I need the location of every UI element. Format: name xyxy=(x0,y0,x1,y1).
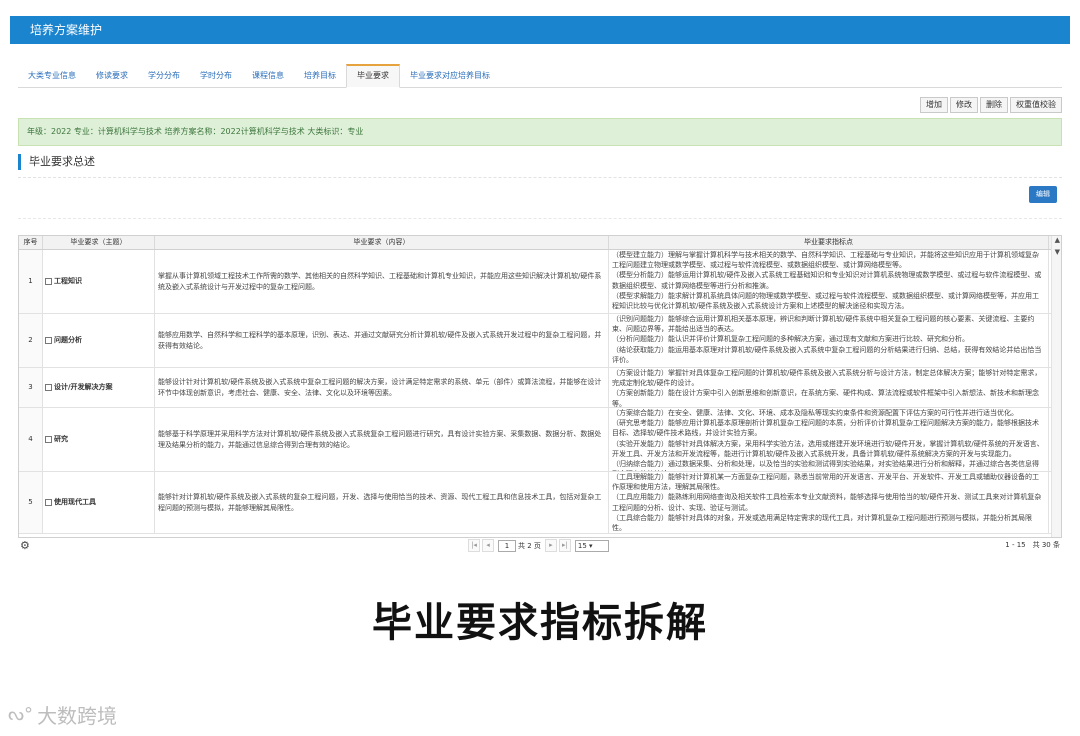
last-page-icon[interactable]: ▸| xyxy=(558,539,571,552)
vertical-scrollbar[interactable]: ▲ ▼ xyxy=(1051,236,1061,537)
chevron-down-icon[interactable]: ▼ xyxy=(1055,248,1060,256)
indicator-item: （模型建立能力）理解与掌握计算机科学与技术相关的数学、自然科学知识、工程基础与专… xyxy=(612,251,1039,270)
row-theme-cell: 设计/开发解决方案 xyxy=(43,368,155,407)
row-theme-cell: 工程知识 xyxy=(43,250,155,313)
pager-controls: |◂ ◂ 1 共 2 页 ▸ ▸| 15 ▾ xyxy=(468,539,609,552)
indicator-item: （工具理解能力）能够针对计算机某一方面复杂工程问题，熟悉当前常用的开发语言、开发… xyxy=(612,473,1039,492)
gear-icon[interactable]: ⚙ xyxy=(20,539,30,552)
watermark-logo-icon: ᔓ° xyxy=(8,704,34,725)
tab-4[interactable]: 课程信息 xyxy=(242,64,294,88)
row-index: 5 xyxy=(19,472,43,533)
page-size-select[interactable]: 15 ▾ xyxy=(574,539,609,552)
row-index: 4 xyxy=(19,408,43,471)
row-content: 能够针对计算机软/硬件系统及嵌入式系统的复杂工程问题，开发、选择与使用恰当的技术… xyxy=(155,472,609,533)
row-checkbox[interactable] xyxy=(45,278,52,285)
table-row[interactable]: 5 使用现代工具 能够针对计算机软/硬件系统及嵌入式系统的复杂工程问题，开发、选择与… xyxy=(19,472,1061,534)
row-theme: 工程知识 xyxy=(54,277,82,286)
total-pages-label: 共 2 页 xyxy=(518,541,541,550)
row-theme: 问题分析 xyxy=(54,336,82,345)
table-row[interactable]: 4 研究 能够基于科学原理并采用科学方法对计算机软/硬件系统及嵌入式系统复杂工程问题… xyxy=(19,408,1061,472)
row-theme-cell: 使用现代工具 xyxy=(43,472,155,533)
row-indicators: （工具理解能力）能够针对计算机某一方面复杂工程问题，熟悉当前常用的开发语言、开发… xyxy=(609,472,1049,533)
row-indicators: （方案综合能力）在安全、健康、法律、文化、环境、成本及隐私等现实约束条件和资源配… xyxy=(609,408,1049,471)
tab-2[interactable]: 学分分布 xyxy=(138,64,190,88)
row-checkbox[interactable] xyxy=(45,499,52,506)
header-theme[interactable]: 毕业要求（主题） xyxy=(43,236,155,249)
indicator-item: （方案设计能力）掌握针对具体复杂工程问题的计算机软/硬件系统及嵌入式系统分析与设… xyxy=(612,369,1042,388)
prev-page-icon[interactable]: ◂ xyxy=(482,539,494,552)
row-index: 1 xyxy=(19,250,43,313)
table-row[interactable]: 1 工程知识 掌握从事计算机领域工程技术工作所需的数学、其他相关的自然科学知识、工程… xyxy=(19,250,1061,314)
delete-button[interactable]: 删除 xyxy=(980,97,1008,113)
row-content: 能够设计针对计算机软/硬件系统及嵌入式系统中复杂工程问题的解决方案，设计满足特定… xyxy=(155,368,609,407)
window-title: 培养方案维护 xyxy=(10,16,1070,44)
tab-1[interactable]: 修读要求 xyxy=(86,64,138,88)
header-index[interactable]: 序号 xyxy=(19,236,43,249)
next-page-icon[interactable]: ▸ xyxy=(544,539,557,552)
row-checkbox[interactable] xyxy=(45,384,52,391)
requirements-table: 序号 毕业要求（主题） 毕业要求（内容） 毕业要求指标点 1 工程知识 掌握从事计算… xyxy=(18,235,1062,538)
indicator-item: （方案创新能力）能在设计方案中引入创新思维和创新意识，在系统方案、硬件构成、算法… xyxy=(612,389,1039,407)
row-indicators: （方案设计能力）掌握针对具体复杂工程问题的计算机软/硬件系统及嵌入式系统分析与设… xyxy=(609,368,1049,407)
indicator-item: （结论获取能力）能运用基本原理对计算机软/硬件系统及嵌入式系统中复杂工程问题的分… xyxy=(612,345,1042,364)
tab-3[interactable]: 学时分布 xyxy=(190,64,242,88)
indicator-item: （归纳综合能力）通过数据采集、分析和处理，以及恰当的实验和测试得到实验结果，对实… xyxy=(612,460,1039,471)
header-content[interactable]: 毕业要求（内容） xyxy=(155,236,609,249)
toolbar: 增加 修改 删除 权重值校验 xyxy=(918,97,1062,113)
indicator-item: （工具综合能力）能够针对具体的对象，开发或选用满足特定需求的现代工具，对计算机复… xyxy=(612,513,1032,533)
row-theme-cell: 问题分析 xyxy=(43,314,155,367)
chevron-up-icon[interactable]: ▲ xyxy=(1055,236,1060,244)
divider xyxy=(18,218,1062,219)
row-content: 能够基于科学原理并采用科学方法对计算机软/硬件系统及嵌入式系统复杂工程问题进行研… xyxy=(155,408,609,471)
row-theme-cell: 研究 xyxy=(43,408,155,471)
indicator-item: （工具应用能力）能熟练利用网络查询及相关软件工具检索本专业文献资料，能够选择与使… xyxy=(612,493,1042,512)
tab-6[interactable]: 毕业要求 xyxy=(346,64,400,88)
divider xyxy=(18,177,1062,178)
record-range-label: 1 - 15 共 30 条 xyxy=(1005,541,1060,549)
info-banner: 年级：2022 专业：计算机科学与技术 培养方案名称：2022计算机科学与技术 … xyxy=(18,118,1062,146)
indicator-item: （模型求解能力）能求解计算机系统具体问题的物理或数学模型、或过程与软件流程模型、… xyxy=(612,291,1039,311)
modify-button[interactable]: 修改 xyxy=(950,97,978,113)
table-row[interactable]: 2 问题分析 能够应用数学、自然科学和工程科学的基本原理，识别、表达、并通过文献研究… xyxy=(19,314,1061,368)
table-body: 1 工程知识 掌握从事计算机领域工程技术工作所需的数学、其他相关的自然科学知识、工程… xyxy=(19,250,1061,534)
indicator-item: （实验开发能力）能够针对具体解决方案，采用科学实验方法，选用或搭建开发环境进行软… xyxy=(612,439,1044,458)
watermark: ᔓ° 大数跨境 xyxy=(8,700,117,729)
tab-bar: 大类专业信息 修读要求 学分分布 学时分布 课程信息 培养目标 毕业要求 毕业要求对应培养目标 xyxy=(18,64,1062,88)
first-page-icon[interactable]: |◂ xyxy=(468,539,480,552)
pagination-bar: ⚙ |◂ ◂ 1 共 2 页 ▸ ▸| 15 ▾ 1 - 15 共 30 条 xyxy=(18,538,1062,554)
row-theme: 设计/开发解决方案 xyxy=(54,383,113,392)
watermark-text: 大数跨境 xyxy=(37,704,118,728)
row-indicators: （识别问题能力）能够综合运用计算机相关基本原理，辨识和判断计算机软/硬件系统中相… xyxy=(609,314,1049,367)
caption-title: 毕业要求指标拆解 xyxy=(372,600,708,646)
add-button[interactable]: 增加 xyxy=(920,97,948,113)
indicator-item: （方案综合能力）在安全、健康、法律、文化、环境、成本及隐私等现实约束条件和资源配… xyxy=(612,409,1018,417)
tab-7[interactable]: 毕业要求对应培养目标 xyxy=(400,64,500,88)
row-index: 2 xyxy=(19,314,43,367)
tab-0[interactable]: 大类专业信息 xyxy=(18,64,86,88)
tab-5[interactable]: 培养目标 xyxy=(294,64,346,88)
indicator-item: （分析问题能力）能认识并评价计算机复杂工程问题的多种解决方案，通过现有文献和方案… xyxy=(612,335,969,344)
weight-check-button[interactable]: 权重值校验 xyxy=(1010,97,1062,113)
indicator-item: （研究思考能力）能够应用计算机基本原理剖析计算机复杂工程问题的本质，分析评价计算… xyxy=(612,419,1039,438)
header-indicators[interactable]: 毕业要求指标点 xyxy=(609,236,1049,249)
row-indicators: （模型建立能力）理解与掌握计算机科学与技术相关的数学、自然科学知识、工程基础与专… xyxy=(609,250,1049,313)
row-content: 掌握从事计算机领域工程技术工作所需的数学、其他相关的自然科学知识、工程基础和计算… xyxy=(155,250,609,313)
page-size-value: 15 xyxy=(577,541,587,550)
indicator-item: （识别问题能力）能够综合运用计算机相关基本原理，辨识和判断计算机软/硬件系统中相… xyxy=(612,315,1035,334)
section-title: 毕业要求总述 xyxy=(18,154,95,170)
table-row[interactable]: 3 设计/开发解决方案 能够设计针对计算机软/硬件系统及嵌入式系统中复杂工程问题的解… xyxy=(19,368,1061,408)
row-checkbox[interactable] xyxy=(45,337,52,344)
row-theme: 研究 xyxy=(54,435,68,444)
table-header: 序号 毕业要求（主题） 毕业要求（内容） 毕业要求指标点 xyxy=(19,236,1061,250)
row-checkbox[interactable] xyxy=(45,436,52,443)
edit-button[interactable]: 编辑 xyxy=(1029,186,1057,203)
row-content: 能够应用数学、自然科学和工程科学的基本原理，识别、表达、并通过文献研究分析计算机… xyxy=(155,314,609,367)
row-theme: 使用现代工具 xyxy=(54,498,96,507)
page-number-input[interactable]: 1 xyxy=(498,539,516,552)
indicator-item: （模型分析能力）能够运用计算机软/硬件及嵌入式系统工程基础知识和专业知识对计算机… xyxy=(612,271,1042,290)
row-index: 3 xyxy=(19,368,43,407)
